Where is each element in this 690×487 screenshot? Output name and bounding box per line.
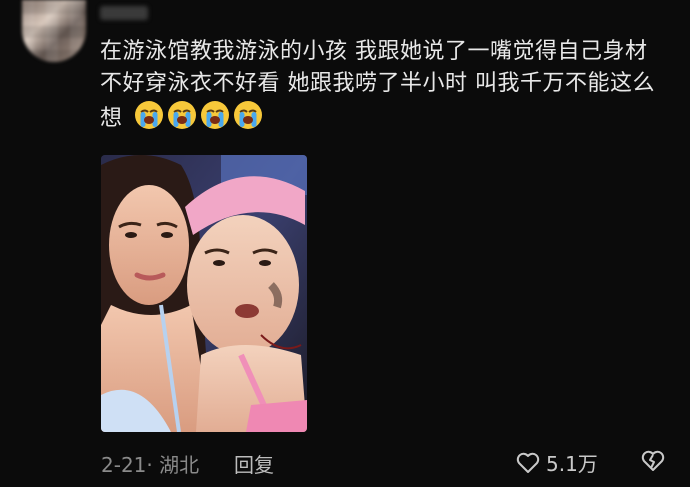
loudly-crying-face-emoji <box>135 101 164 129</box>
loudly-crying-face-emoji <box>201 101 230 129</box>
comment-meta: 2-21· 湖北 <box>101 453 200 477</box>
loudly-crying-face-emoji <box>234 101 263 129</box>
comment-photo[interactable] <box>101 155 307 432</box>
loudly-crying-face-emoji <box>168 101 197 129</box>
username-blurred <box>100 6 148 20</box>
heart-icon <box>516 452 540 473</box>
photo-illustration <box>101 155 307 432</box>
dislike-button[interactable] <box>640 450 666 476</box>
emoji-row <box>134 100 263 130</box>
comment-screen: 在游泳馆教我游泳的小孩 我跟她说了一嘴觉得自己身材不好穿泳衣不好看 她跟我唠了半… <box>0 0 690 487</box>
reply-button[interactable]: 回复 <box>234 449 274 478</box>
like-count: 5.1万 <box>546 452 598 476</box>
avatar[interactable] <box>22 0 86 62</box>
broken-heart-icon <box>641 450 665 471</box>
like-button[interactable]: 5.1万 <box>516 448 598 477</box>
comment-text-block: 在游泳馆教我游泳的小孩 我跟她说了一嘴觉得自己身材不好穿泳衣不好看 她跟我唠了半… <box>100 36 660 135</box>
